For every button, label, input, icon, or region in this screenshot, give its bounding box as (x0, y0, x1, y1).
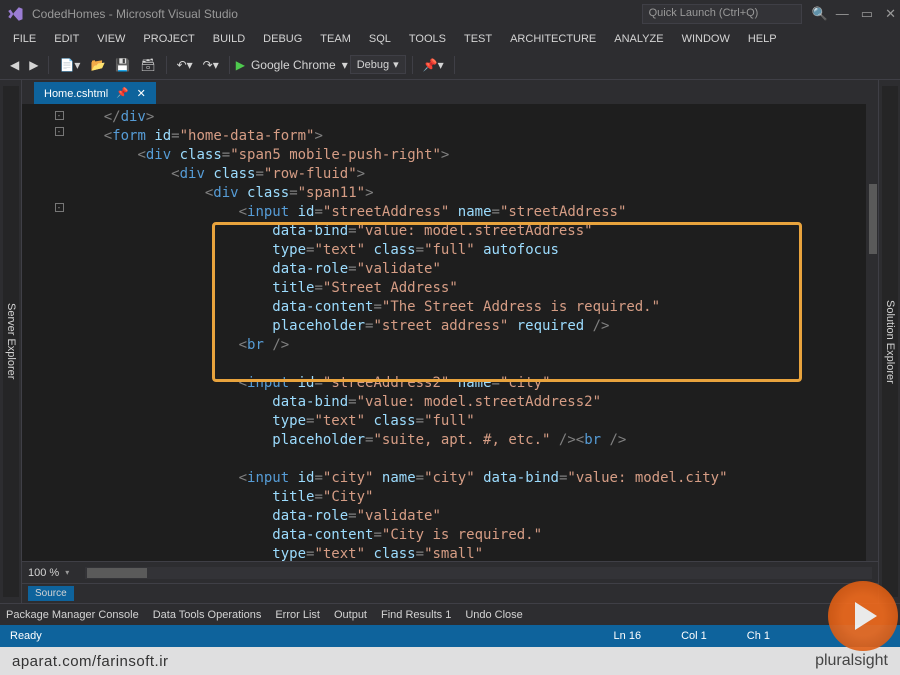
scrollbar-thumb[interactable] (869, 184, 877, 254)
status-ch: Ch 1 (747, 630, 770, 642)
menu-test[interactable]: TEST (457, 31, 499, 47)
menu-view[interactable]: VIEW (90, 31, 132, 47)
status-line: Ln 16 (614, 630, 642, 642)
left-sidebar: Server Explorer (0, 80, 22, 603)
fold-toggle-icon[interactable]: - (55, 127, 64, 136)
zoom-level[interactable]: 100 % (28, 567, 59, 579)
vertical-scrollbar[interactable] (866, 104, 878, 561)
status-col: Col 1 (681, 630, 707, 642)
bottom-tab[interactable]: Error List (275, 609, 320, 621)
nav-forward-button[interactable]: ▶ (25, 55, 42, 75)
save-all-button[interactable]: 🗃 (136, 55, 159, 75)
horizontal-scrollbar[interactable] (85, 567, 872, 579)
nav-back-button[interactable]: ◀ (6, 55, 23, 75)
scrollbar-thumb[interactable] (87, 568, 147, 578)
video-play-button[interactable] (828, 581, 898, 651)
menu-sql[interactable]: SQL (362, 31, 398, 47)
bottom-tool-tabs: Package Manager Console Data Tools Operat… (0, 603, 900, 625)
close-icon[interactable]: ✕ (885, 6, 896, 22)
server-explorer-tab[interactable]: Server Explorer (3, 86, 19, 597)
watermark-left: aparat.com/farinsoft.ir (12, 653, 169, 670)
cursor-position: Ln 16 Col 1 Ch 1 (614, 630, 770, 642)
right-sidebar: Solution Explorer Properties (878, 80, 900, 603)
menu-edit[interactable]: EDIT (47, 31, 86, 47)
menubar: FILEEDITVIEWPROJECT BUILDDEBUGTEAMSQLTOOL… (0, 28, 900, 50)
menu-analyze[interactable]: ANALYZE (607, 31, 670, 47)
code-container[interactable]: - - - </div> <form id="home-data-form"> … (22, 104, 878, 561)
chevron-down-icon[interactable]: ▾ (65, 568, 69, 577)
editor-area: Home.cshtml 📌 ✕ - - - </div> <form id="h… (22, 80, 878, 603)
code-text[interactable]: </div> <form id="home-data-form"> <div c… (66, 104, 866, 561)
minimize-icon[interactable]: — (836, 6, 849, 22)
statusbar: Ready Ln 16 Col 1 Ch 1 (0, 625, 900, 647)
watermark-right: pluralsight (815, 652, 888, 670)
play-icon: ▶ (236, 58, 245, 72)
menu-debug[interactable]: DEBUG (256, 31, 309, 47)
menu-project[interactable]: PROJECT (136, 31, 201, 47)
file-tab-label: Home.cshtml (44, 88, 108, 100)
browser-selector: Google Chrome (251, 58, 336, 72)
status-ready: Ready (10, 630, 614, 642)
fold-gutter: - - - (52, 104, 66, 561)
save-button[interactable]: 💾 (111, 55, 134, 75)
editor-footer: 100 % ▾ (22, 561, 878, 583)
menu-build[interactable]: BUILD (206, 31, 252, 47)
quick-launch-input[interactable]: Quick Launch (Ctrl+Q) (642, 4, 802, 24)
bottom-tab[interactable]: Package Manager Console (6, 609, 139, 621)
config-dropdown[interactable]: Debug▾ (350, 55, 406, 74)
main-area: Server Explorer Home.cshtml 📌 ✕ - - - </… (0, 80, 900, 603)
start-debug-button[interactable]: ▶ Google Chrome ▾ (236, 58, 348, 72)
watermark-overlay: aparat.com/farinsoft.ir pluralsight (0, 647, 900, 675)
file-tab-home-cshtml[interactable]: Home.cshtml 📌 ✕ (34, 82, 156, 104)
menu-tools[interactable]: TOOLS (402, 31, 453, 47)
new-project-button[interactable]: 📄▾ (55, 55, 84, 75)
menu-team[interactable]: TEAM (313, 31, 358, 47)
window-title: CodedHomes - Microsoft Visual Studio (32, 7, 642, 21)
solution-explorer-tab[interactable]: Solution Explorer (882, 86, 898, 597)
chevron-down-icon: ▾ (393, 58, 399, 71)
menu-architecture[interactable]: ARCHITECTURE (503, 31, 603, 47)
line-gutter (22, 104, 52, 561)
menu-window[interactable]: WINDOW (675, 31, 737, 47)
open-file-button[interactable]: 📂 (86, 55, 109, 75)
fold-toggle-icon[interactable]: - (55, 203, 64, 212)
view-switcher: Source (22, 583, 878, 603)
search-icon[interactable]: 🔍 (812, 6, 828, 22)
bottom-tab[interactable]: Find Results 1 (381, 609, 451, 621)
fold-toggle-icon[interactable]: - (55, 111, 64, 120)
toolbar: ◀ ▶ 📄▾ 📂 💾 🗃 ↶▾ ↷▾ ▶ Google Chrome ▾ Deb… (0, 50, 900, 80)
close-icon[interactable]: ✕ (137, 87, 146, 100)
chevron-down-icon: ▾ (342, 58, 348, 72)
bottom-tab[interactable]: Undo Close (465, 609, 522, 621)
pin-icon[interactable]: 📌 (116, 88, 128, 99)
bottom-tab[interactable]: Output (334, 609, 367, 621)
window-controls: — ▭ ✕ (836, 6, 896, 22)
maximize-icon[interactable]: ▭ (861, 6, 873, 22)
menu-file[interactable]: FILE (6, 31, 43, 47)
menu-help[interactable]: HELP (741, 31, 784, 47)
source-view-button[interactable]: Source (28, 586, 74, 601)
redo-button[interactable]: ↷▾ (199, 55, 223, 75)
vs-logo-icon (4, 3, 26, 25)
pin-tool-button[interactable]: 📌▾ (419, 55, 448, 75)
undo-button[interactable]: ↶▾ (173, 55, 197, 75)
file-tabs-row: Home.cshtml 📌 ✕ (22, 80, 878, 104)
bottom-tab[interactable]: Data Tools Operations (153, 609, 262, 621)
titlebar: CodedHomes - Microsoft Visual Studio Qui… (0, 0, 900, 28)
